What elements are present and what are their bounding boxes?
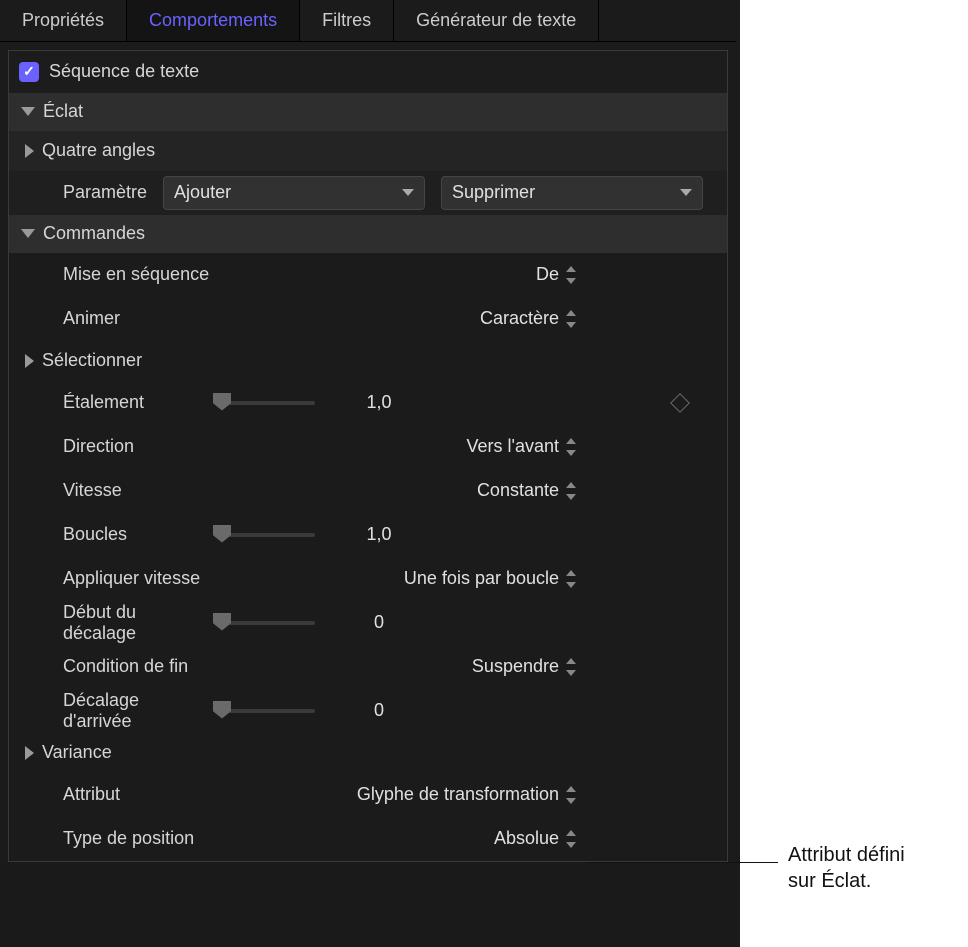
stepper-icon[interactable] <box>565 266 577 284</box>
stepper-icon[interactable] <box>565 786 577 804</box>
stepper-icon[interactable] <box>565 570 577 588</box>
apply-speed-row: Appliquer vitesse Une fois par boucle <box>9 557 727 601</box>
behavior-title: Séquence de texte <box>49 61 199 82</box>
attribute-row: Attribut Glyphe de transformation <box>9 773 727 817</box>
animate-row: Animer Caractère <box>9 297 727 341</box>
four-corners-group-header[interactable]: Quatre angles <box>9 131 727 171</box>
chevron-down-icon <box>680 189 692 196</box>
attribute-value[interactable]: Glyphe de transformation <box>357 784 559 805</box>
attribute-label: Attribut <box>19 784 120 805</box>
parameter-remove-select[interactable]: Supprimer <box>441 176 703 210</box>
stepper-icon[interactable] <box>565 482 577 500</box>
inspector-body: ✓ Séquence de texte Éclat Quatre angles … <box>8 50 728 862</box>
parameter-add-value: Ajouter <box>174 182 231 203</box>
speed-row: Vitesse Constante <box>9 469 727 513</box>
tab-text-generator[interactable]: Générateur de texte <box>394 0 599 41</box>
inspector-panel: Propriétés Comportements Filtres Générat… <box>0 0 736 862</box>
annotation-line2: sur Éclat. <box>788 868 905 894</box>
end-offset-label: Décalage d'arrivée <box>19 690 199 732</box>
spread-label: Étalement <box>19 392 199 413</box>
spread-row: Étalement 1,0 <box>9 381 727 425</box>
direction-row: Direction Vers l'avant <box>9 425 727 469</box>
speed-value[interactable]: Constante <box>477 480 559 501</box>
select-group-header[interactable]: Sélectionner <box>9 341 727 381</box>
end-condition-row: Condition de fin Suspendre <box>9 645 727 689</box>
annotation-line1: Attribut défini <box>788 842 905 868</box>
speed-label: Vitesse <box>19 480 122 501</box>
slider-thumb-icon[interactable] <box>213 393 231 411</box>
direction-label: Direction <box>19 436 134 457</box>
chevron-down-icon <box>21 107 35 116</box>
commands-label: Commandes <box>43 223 145 244</box>
parameter-add-select[interactable]: Ajouter <box>163 176 425 210</box>
chevron-right-icon <box>25 354 34 368</box>
start-offset-label: Début du décalage <box>19 602 199 644</box>
position-type-value[interactable]: Absolue <box>494 828 559 849</box>
direction-value[interactable]: Vers l'avant <box>467 436 560 457</box>
variance-group-header[interactable]: Variance <box>9 733 727 773</box>
chevron-down-icon <box>21 229 35 238</box>
stepper-icon[interactable] <box>565 830 577 848</box>
spread-value[interactable]: 1,0 <box>339 392 419 413</box>
parameter-label: Paramètre <box>19 182 147 203</box>
glow-group-header[interactable]: Éclat <box>9 93 727 131</box>
end-offset-row: Décalage d'arrivée 0 <box>9 689 727 733</box>
commands-group-header[interactable]: Commandes <box>9 215 727 253</box>
behavior-enable-checkbox[interactable]: ✓ <box>19 62 39 82</box>
tab-behaviors[interactable]: Comportements <box>127 0 300 41</box>
slider-thumb-icon[interactable] <box>213 613 231 631</box>
start-offset-value[interactable]: 0 <box>339 612 419 633</box>
slider-thumb-icon[interactable] <box>213 525 231 543</box>
chevron-right-icon <box>25 144 34 158</box>
tab-properties[interactable]: Propriétés <box>0 0 127 41</box>
end-offset-value[interactable]: 0 <box>339 700 419 721</box>
start-offset-slider[interactable] <box>219 621 315 625</box>
position-type-row: Type de position Absolue <box>9 817 727 861</box>
loops-row: Boucles 1,0 <box>9 513 727 557</box>
position-type-label: Type de position <box>19 828 194 849</box>
loops-label: Boucles <box>19 524 199 545</box>
parameter-remove-value: Supprimer <box>452 182 535 203</box>
loops-slider[interactable] <box>219 533 315 537</box>
annotation-text: Attribut défini sur Éclat. <box>788 842 905 894</box>
animate-value[interactable]: Caractère <box>480 308 559 329</box>
variance-group-label: Variance <box>42 742 112 763</box>
spread-slider[interactable] <box>219 401 315 405</box>
behavior-header: ✓ Séquence de texte <box>9 51 727 93</box>
stepper-icon[interactable] <box>565 310 577 328</box>
chevron-right-icon <box>25 746 34 760</box>
sequencing-value[interactable]: De <box>536 264 559 285</box>
sequencing-label: Mise en séquence <box>19 264 209 285</box>
callout-line <box>586 862 778 863</box>
loops-value[interactable]: 1,0 <box>339 524 419 545</box>
stepper-icon[interactable] <box>565 438 577 456</box>
start-offset-row: Début du décalage 0 <box>9 601 727 645</box>
stepper-icon[interactable] <box>565 658 577 676</box>
slider-thumb-icon[interactable] <box>213 701 231 719</box>
tab-filters[interactable]: Filtres <box>300 0 394 41</box>
apply-speed-value[interactable]: Une fois par boucle <box>404 568 559 589</box>
chevron-down-icon <box>402 189 414 196</box>
end-condition-value[interactable]: Suspendre <box>472 656 559 677</box>
keyframe-icon[interactable] <box>670 393 690 413</box>
end-offset-slider[interactable] <box>219 709 315 713</box>
animate-label: Animer <box>19 308 120 329</box>
inspector-tabs: Propriétés Comportements Filtres Générat… <box>0 0 736 42</box>
parameter-row: Paramètre Ajouter Supprimer <box>9 171 727 215</box>
apply-speed-label: Appliquer vitesse <box>19 568 200 589</box>
glow-group-label: Éclat <box>43 101 83 122</box>
select-group-label: Sélectionner <box>42 350 142 371</box>
four-corners-label: Quatre angles <box>42 140 155 161</box>
sequencing-row: Mise en séquence De <box>9 253 727 297</box>
end-condition-label: Condition de fin <box>19 656 188 677</box>
